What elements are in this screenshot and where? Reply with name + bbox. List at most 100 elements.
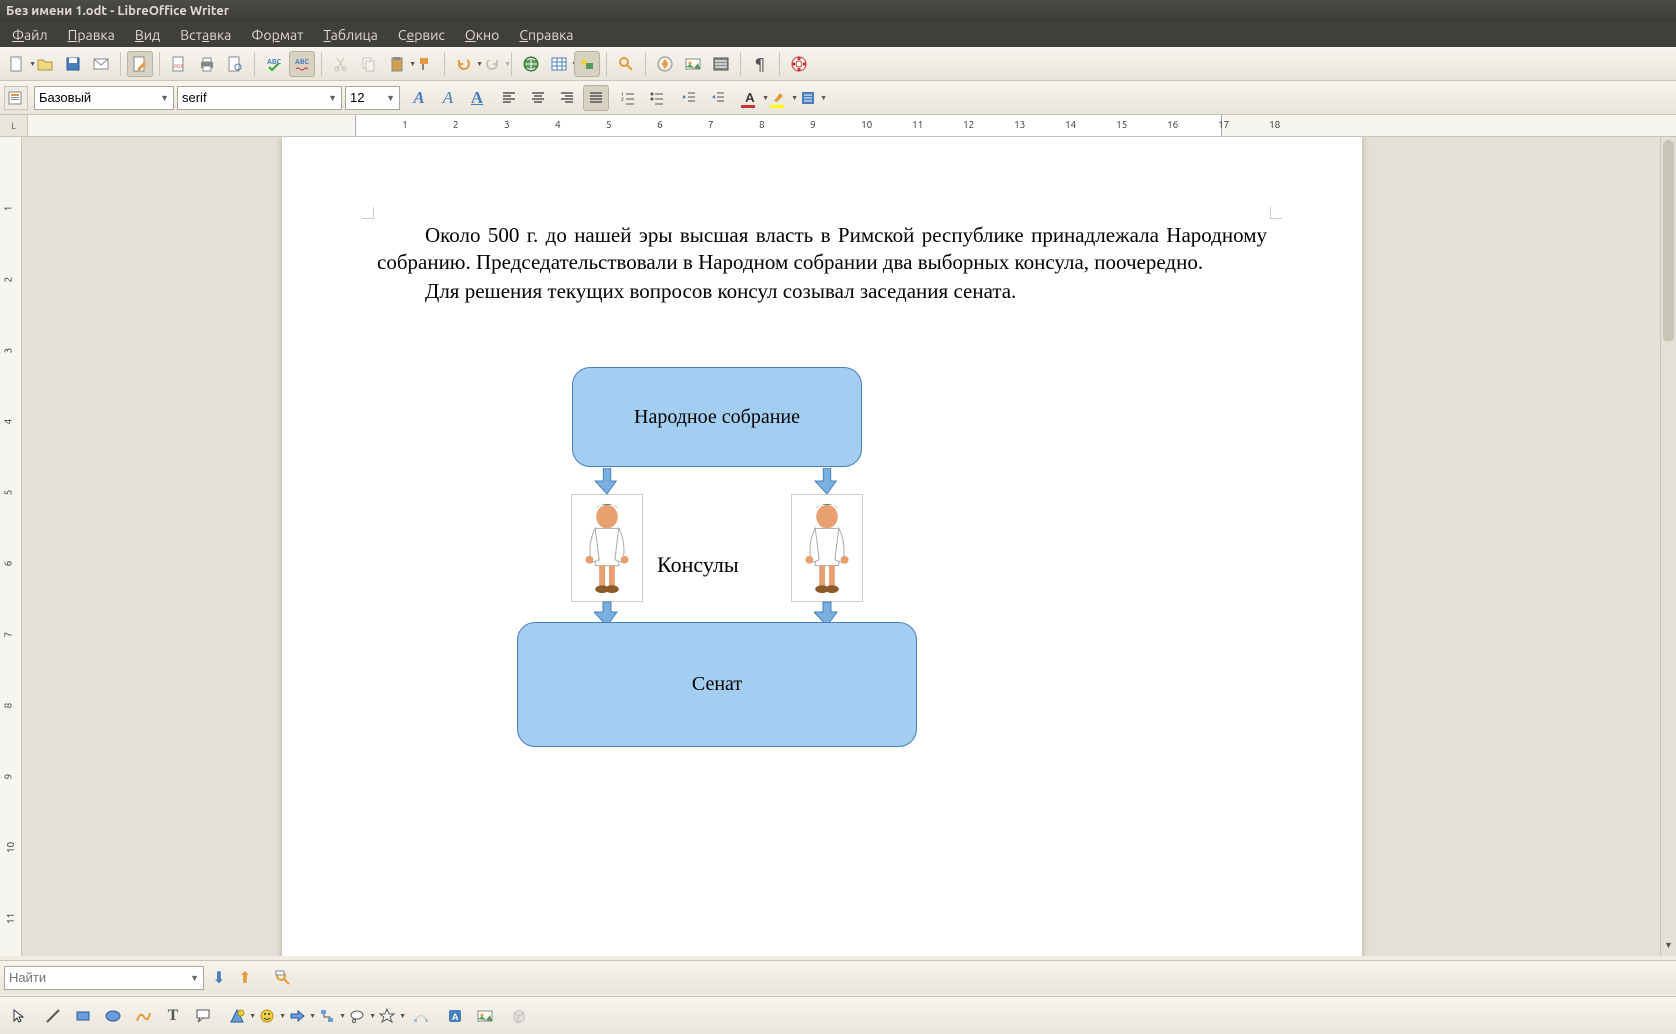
- print-button[interactable]: [194, 51, 220, 77]
- svg-text:PDF: PDF: [174, 63, 184, 69]
- bullet-list-button[interactable]: [644, 85, 670, 111]
- redo-button[interactable]: ▼: [479, 51, 505, 77]
- save-button[interactable]: [60, 51, 86, 77]
- block-arrows-tool[interactable]: ▼: [284, 1003, 310, 1029]
- horizontal-ruler[interactable]: 123456789101112131415161718: [28, 115, 1676, 136]
- document-area: 1234567891011 Около 500 г. до нашей эры …: [0, 137, 1676, 956]
- consuls-label[interactable]: Консулы: [657, 552, 739, 578]
- menu-view[interactable]: Вид: [127, 25, 168, 45]
- menu-format[interactable]: Формат: [243, 25, 311, 45]
- consul-image-left[interactable]: [571, 494, 643, 602]
- cropmark-tr: [1270, 207, 1282, 219]
- find-input[interactable]: [9, 970, 188, 985]
- edit-mode-button[interactable]: [127, 51, 153, 77]
- scroll-thumb[interactable]: [1663, 141, 1674, 341]
- callouts-tool[interactable]: ▼: [344, 1003, 370, 1029]
- print-preview-button[interactable]: [222, 51, 248, 77]
- navigator-button[interactable]: [652, 51, 678, 77]
- fontwork-tool[interactable]: A: [442, 1003, 468, 1029]
- line-tool[interactable]: [40, 1003, 66, 1029]
- font-name-input[interactable]: [182, 90, 326, 105]
- cut-button[interactable]: [328, 51, 354, 77]
- font-name-combo[interactable]: ▼: [177, 86, 342, 110]
- page-content[interactable]: Около 500 г. до нашей эры высшая власть …: [377, 222, 1267, 307]
- stars-tool[interactable]: ▼: [374, 1003, 400, 1029]
- paragraph-style-input[interactable]: [39, 90, 158, 105]
- basic-shapes-tool[interactable]: ▼: [224, 1003, 250, 1029]
- menu-tools[interactable]: Сервис: [390, 25, 453, 45]
- font-color-button[interactable]: A▼: [737, 85, 763, 111]
- decrease-indent-button[interactable]: [676, 85, 702, 111]
- insert-image-tool[interactable]: [472, 1003, 498, 1029]
- find-replace-button[interactable]: [272, 967, 294, 989]
- spellcheck-button[interactable]: ABC: [261, 51, 287, 77]
- styles-button[interactable]: [4, 86, 28, 110]
- font-size-combo[interactable]: ▼: [345, 86, 400, 110]
- find-next-button[interactable]: ⬇: [208, 967, 230, 989]
- page[interactable]: Около 500 г. до нашей эры высшая власть …: [282, 137, 1362, 956]
- format-paintbrush-button[interactable]: [412, 51, 438, 77]
- vertical-scrollbar[interactable]: ▲ ▼: [1660, 137, 1676, 956]
- svg-text:A: A: [452, 1012, 459, 1022]
- menu-help[interactable]: Справка: [511, 25, 581, 45]
- highlight-button[interactable]: ▼: [766, 85, 792, 111]
- paragraph-bg-button[interactable]: ▼: [795, 85, 821, 111]
- standard-toolbar: ▼ PDF ABC ABC ▼ ▼ ▼ ▼ ¶: [0, 47, 1676, 81]
- open-button[interactable]: [32, 51, 58, 77]
- align-justify-button[interactable]: [583, 85, 609, 111]
- align-center-button[interactable]: [525, 85, 551, 111]
- rectangle-tool[interactable]: [70, 1003, 96, 1029]
- hyperlink-button[interactable]: [518, 51, 544, 77]
- points-tool[interactable]: [408, 1003, 434, 1029]
- tab-stop-corner[interactable]: L: [0, 115, 28, 136]
- underline-button[interactable]: A: [464, 85, 490, 111]
- insert-table-button[interactable]: ▼: [546, 51, 572, 77]
- chevron-down-icon: ▼: [328, 93, 337, 103]
- menu-insert[interactable]: Вставка: [172, 25, 239, 45]
- document-scroll[interactable]: Около 500 г. до нашей эры высшая власть …: [22, 137, 1660, 956]
- menu-file[interactable]: Файл: [4, 25, 56, 45]
- nonprinting-button[interactable]: ¶: [747, 51, 773, 77]
- bold-button[interactable]: A: [406, 85, 432, 111]
- help-button[interactable]: [786, 51, 812, 77]
- consul-image-right[interactable]: [791, 494, 863, 602]
- paragraph-style-combo[interactable]: ▼: [34, 86, 174, 110]
- paragraph-2[interactable]: Для решения текущих вопросов консул созы…: [377, 278, 1267, 305]
- autospell-button[interactable]: ABC: [289, 51, 315, 77]
- copy-button[interactable]: [356, 51, 382, 77]
- freeform-tool[interactable]: [130, 1003, 156, 1029]
- textbox-tool[interactable]: T: [160, 1003, 186, 1029]
- export-pdf-button[interactable]: PDF: [166, 51, 192, 77]
- paste-button[interactable]: ▼: [384, 51, 410, 77]
- mail-button[interactable]: [88, 51, 114, 77]
- datasources-button[interactable]: [708, 51, 734, 77]
- find-button[interactable]: [613, 51, 639, 77]
- menu-window[interactable]: Окно: [457, 25, 507, 45]
- select-tool[interactable]: [6, 1003, 32, 1029]
- align-right-button[interactable]: [554, 85, 580, 111]
- diagram-box-narodnoye[interactable]: Народное собрание: [572, 367, 862, 467]
- paragraph-1[interactable]: Около 500 г. до нашей эры высшая власть …: [377, 222, 1267, 276]
- menubar: Файл Правка Вид Вставка Формат Таблица С…: [0, 22, 1676, 47]
- extrusion-tool[interactable]: [506, 1003, 532, 1029]
- menu-table[interactable]: Таблица: [315, 25, 385, 45]
- diagram-box-senat[interactable]: Сенат: [517, 622, 917, 747]
- increase-indent-button[interactable]: [705, 85, 731, 111]
- ellipse-tool[interactable]: [100, 1003, 126, 1029]
- numbered-list-button[interactable]: 12: [615, 85, 641, 111]
- scroll-down-button[interactable]: ▼: [1661, 940, 1676, 956]
- undo-button[interactable]: ▼: [451, 51, 477, 77]
- vertical-ruler[interactable]: 1234567891011: [0, 137, 22, 956]
- show-draw-button[interactable]: [574, 51, 600, 77]
- font-size-input[interactable]: [350, 90, 384, 105]
- menu-edit[interactable]: Правка: [60, 25, 123, 45]
- find-combo[interactable]: ▼: [4, 966, 204, 990]
- find-prev-button[interactable]: ⬆: [234, 967, 256, 989]
- gallery-button[interactable]: [680, 51, 706, 77]
- italic-button[interactable]: A: [435, 85, 461, 111]
- callout-tool[interactable]: [190, 1003, 216, 1029]
- symbol-shapes-tool[interactable]: ▼: [254, 1003, 280, 1029]
- new-doc-button[interactable]: ▼: [4, 51, 30, 77]
- flowchart-tool[interactable]: ▼: [314, 1003, 340, 1029]
- align-left-button[interactable]: [496, 85, 522, 111]
